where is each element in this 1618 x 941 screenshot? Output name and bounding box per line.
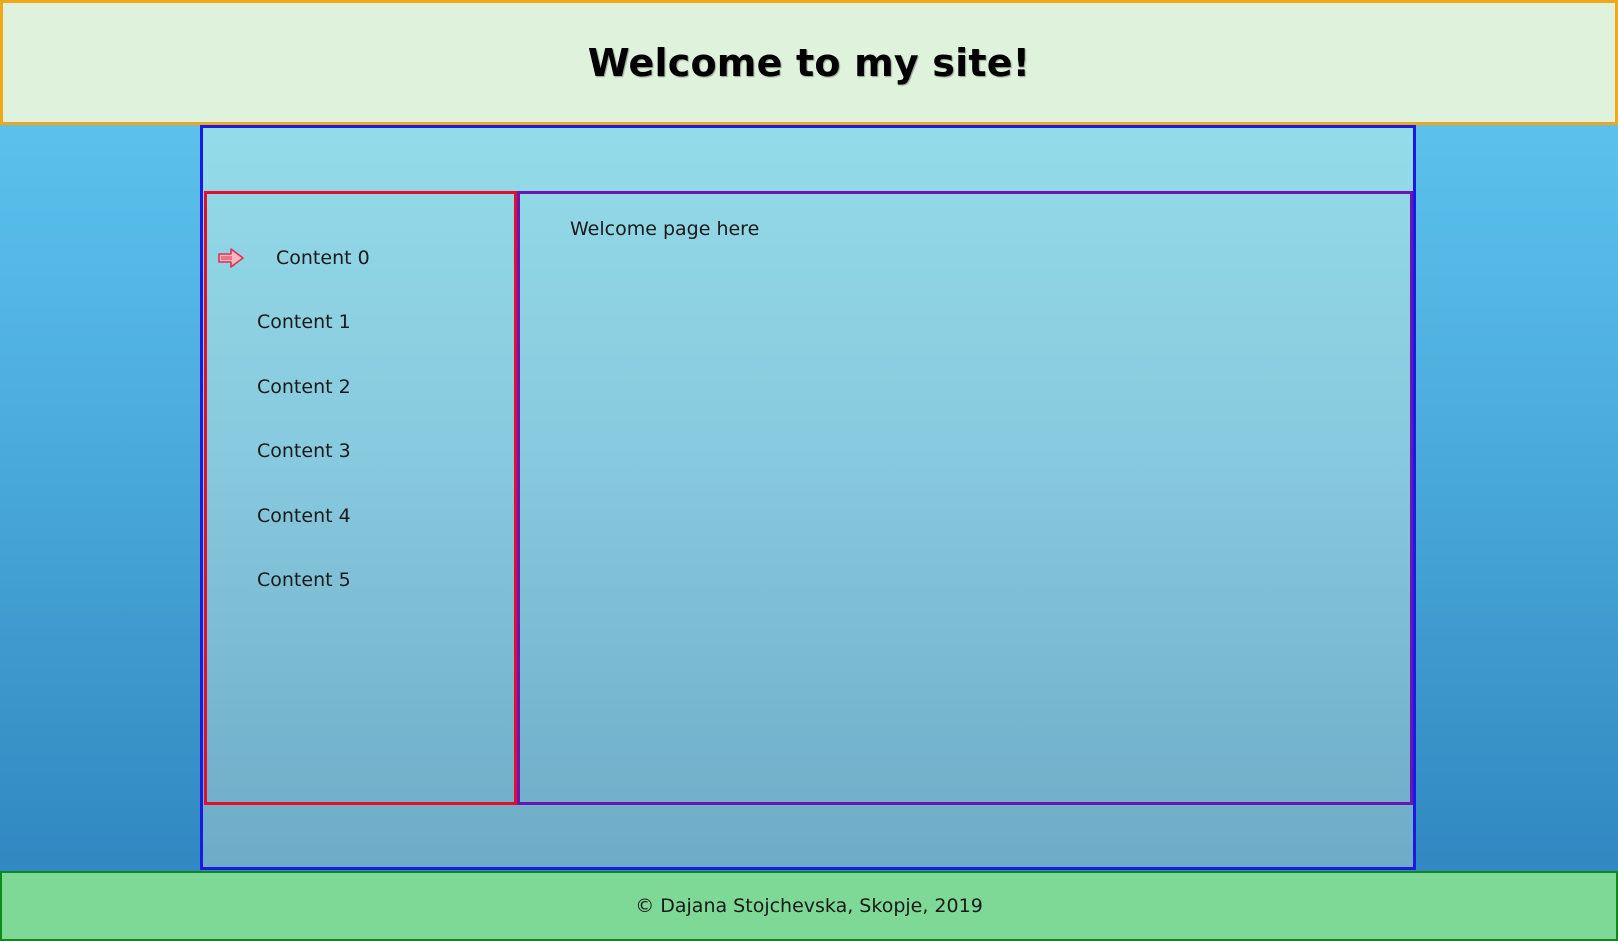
footer-text: © Dajana Stojchevska, Skopje, 2019 (635, 895, 983, 917)
sidebar-nav (204, 191, 517, 805)
sidebar-item-content-4[interactable]: Content 4 (257, 505, 351, 527)
sidebar-item-content-1[interactable]: Content 1 (257, 311, 351, 333)
site-footer: © Dajana Stojchevska, Skopje, 2019 (0, 871, 1618, 941)
sidebar-item-content-0[interactable]: Content 0 (276, 247, 370, 269)
sidebar-item-content-5[interactable]: Content 5 (257, 569, 351, 591)
sidebar-item-content-3[interactable]: Content 3 (257, 440, 351, 462)
page-title: Welcome to my site! (587, 40, 1031, 85)
site-header: Welcome to my site! (0, 0, 1618, 125)
content-panel (517, 191, 1413, 805)
sidebar-item-content-2[interactable]: Content 2 (257, 376, 351, 398)
content-text: Welcome page here (570, 218, 760, 240)
arrow-right-icon (218, 247, 244, 269)
